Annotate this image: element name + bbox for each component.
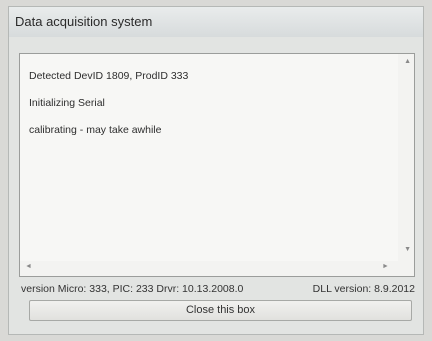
vertical-scrollbar[interactable]: ▲ ▼ [398, 54, 414, 276]
scroll-right-arrow-icon[interactable]: ► [382, 263, 389, 270]
version-info: version Micro: 333, PIC: 233 Drvr: 10.13… [21, 283, 244, 295]
scroll-down-arrow-icon[interactable]: ▼ [404, 246, 411, 253]
close-button[interactable]: Close this box [29, 300, 412, 321]
horizontal-scrollbar[interactable]: ◄ ► [20, 261, 400, 276]
log-output[interactable]: Detected DevID 1809, ProdID 333 Initiali… [19, 53, 415, 277]
scroll-up-arrow-icon[interactable]: ▲ [404, 58, 411, 65]
scroll-left-arrow-icon[interactable]: ◄ [25, 263, 32, 270]
title-bar[interactable]: Data acquisition system [9, 7, 423, 37]
log-line: calibrating - may take awhile [29, 124, 162, 136]
log-lines: Detected DevID 1809, ProdID 333 Initiali… [29, 69, 188, 150]
dll-version: DLL version: 8.9.2012 [312, 283, 415, 295]
dialog-window: Data acquisition system Detected DevID 1… [8, 6, 424, 335]
log-line: Detected DevID 1809, ProdID 333 [29, 70, 189, 82]
window-title: Data acquisition system [15, 14, 153, 29]
status-line: version Micro: 333, PIC: 233 Drvr: 10.13… [21, 283, 415, 295]
log-line: Initializing Serial [29, 97, 105, 109]
